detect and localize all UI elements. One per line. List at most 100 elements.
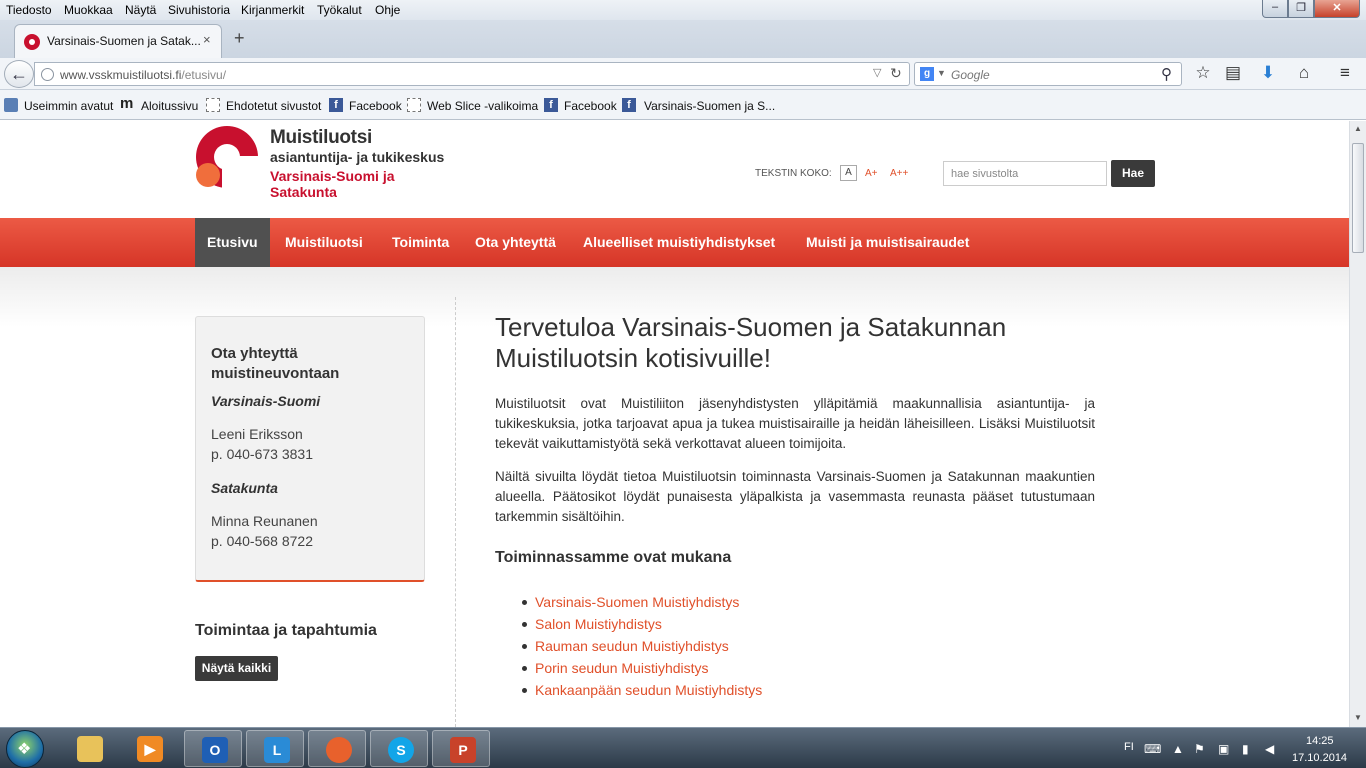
taskbar-firefox[interactable]	[308, 730, 366, 767]
site-search-input[interactable]: hae sivustolta	[943, 161, 1107, 186]
text-size-large[interactable]: A+	[865, 168, 878, 179]
nav-ota-yhteytta[interactable]: Ota yhteyttä	[475, 218, 556, 267]
events-title: Toimintaa ja tapahtumia	[195, 622, 377, 639]
member-link[interactable]: Kankaanpään seudun Muistiyhdistys	[522, 681, 762, 703]
keyboard-icon[interactable]: ⌨	[1144, 742, 1161, 756]
bookmark-facebook[interactable]: Facebook	[349, 99, 402, 113]
back-arrow-icon: ←	[10, 64, 28, 84]
tray-app-icon[interactable]: ▣	[1218, 742, 1229, 756]
text-size-label: TEKSTIN KOKO:	[755, 168, 832, 179]
close-window-button[interactable]: ✕	[1314, 0, 1360, 18]
nav-muisti-ja-muistisairaudet[interactable]: Muisti ja muistisairaudet	[806, 218, 969, 267]
taskbar-explorer[interactable]	[60, 730, 118, 767]
bookmark-star-icon[interactable]: ☆	[1191, 63, 1215, 83]
menu-file[interactable]: Tiedosto	[6, 3, 52, 17]
firefox-icon	[326, 737, 352, 763]
search-icon[interactable]: ⚲	[1161, 65, 1172, 83]
volume-icon[interactable]: ◀	[1265, 742, 1274, 756]
engine-dropdown-icon[interactable]: ▼	[937, 68, 946, 78]
maximize-button[interactable]: ❐	[1288, 0, 1314, 18]
menu-edit[interactable]: Muokkaa	[64, 3, 113, 17]
clock-date[interactable]: 17.10.2014	[1292, 752, 1347, 764]
scroll-down-icon[interactable]: ▼	[1354, 713, 1362, 722]
page-scrollbar[interactable]: ▲ ▼	[1349, 121, 1366, 727]
minimize-icon: –	[1271, 1, 1279, 13]
reload-icon[interactable]: ↻	[890, 65, 902, 82]
search-placeholder: Google	[951, 68, 990, 82]
menu-history[interactable]: Sivuhistoria	[168, 3, 230, 17]
contact-person: Leeni Eriksson	[211, 426, 303, 442]
back-button[interactable]: ←	[4, 60, 34, 88]
reading-list-icon[interactable]: ▤	[1221, 63, 1245, 83]
start-button[interactable]: ❖	[6, 730, 44, 768]
members-list: Varsinais-Suomen Muistiyhdistys Salon Mu…	[522, 593, 762, 703]
taskbar-powerpoint[interactable]: P	[432, 730, 490, 767]
scroll-up-icon[interactable]: ▲	[1354, 124, 1362, 133]
bookmark-web-slice[interactable]: Web Slice -valikoima	[427, 99, 538, 113]
taskbar-media-player[interactable]: ▶	[120, 730, 178, 767]
region-name: Satakunta	[211, 480, 278, 496]
nav-alueelliset-muistiyhdistykset[interactable]: Alueelliset muistiyhdistykset	[583, 218, 775, 267]
url-dropdown-icon[interactable]: ▽	[873, 66, 881, 79]
taskbar-outlook[interactable]: O	[184, 730, 242, 767]
windows-logo-icon: ❖	[17, 741, 32, 758]
google-icon[interactable]: g	[920, 67, 934, 81]
text-size-normal[interactable]: A	[840, 165, 857, 181]
restore-icon: ❐	[1296, 2, 1306, 14]
facebook-icon: f	[329, 98, 343, 112]
bookmark-varsinais-suomen[interactable]: Varsinais-Suomen ja S...	[644, 99, 775, 113]
site-search-button[interactable]: Hae	[1111, 160, 1155, 187]
minimize-button[interactable]: –	[1262, 0, 1288, 18]
address-bar[interactable]: www.vsskmuistiluotsi.fi/etusivu/ ▽ ↻	[34, 62, 910, 86]
member-link[interactable]: Salon Muistiyhdistys	[522, 615, 762, 637]
menu-hamburger-icon[interactable]: ≡	[1333, 63, 1357, 83]
logo-title: Muistiluotsi	[270, 127, 372, 148]
powerpoint-icon: P	[450, 737, 476, 763]
show-all-button[interactable]: Näytä kaikki	[195, 656, 278, 681]
downloads-icon[interactable]: ⬇	[1256, 63, 1280, 83]
member-link[interactable]: Porin seudun Muistiyhdistys	[522, 659, 762, 681]
site-search-placeholder: hae sivustolta	[951, 168, 1019, 180]
language-indicator[interactable]: FI	[1124, 741, 1134, 753]
search-bar[interactable]: g ▼ Google ⚲	[914, 62, 1182, 86]
contact-phone: p. 040-568 8722	[211, 533, 313, 549]
network-icon[interactable]: ▮	[1242, 742, 1249, 756]
logo-dot-icon	[196, 163, 220, 187]
clock-time[interactable]: 14:25	[1306, 735, 1334, 747]
windows-taskbar: ❖ ▶ O L S P FI ⌨ ▲ ⚑ ▣ ▮ ◀ 14:25 17.10.2…	[0, 727, 1366, 768]
tab-active[interactable]: Varsinais-Suomen ja Satak... ×	[14, 24, 222, 58]
lync-icon: L	[264, 737, 290, 763]
action-center-icon[interactable]: ⚑	[1194, 742, 1205, 756]
member-link[interactable]: Rauman seudun Muistiyhdistys	[522, 637, 762, 659]
contact-person: Minna Reunanen	[211, 513, 318, 529]
bookmark-suggested-sites[interactable]: Ehdotetut sivustot	[226, 99, 321, 113]
menu-bookmarks[interactable]: Kirjanmerkit	[241, 3, 304, 17]
new-tab-button[interactable]: +	[234, 28, 245, 49]
intro-paragraph: Näiltä sivuilta löydät tietoa Muistiluot…	[495, 469, 1095, 524]
logo-region: Varsinais-Suomi ja Satakunta	[270, 168, 395, 200]
home-icon[interactable]: ⌂	[1292, 63, 1316, 83]
bookmark-most-visited[interactable]: Useimmin avatut	[24, 99, 113, 113]
text-size-larger[interactable]: A++	[890, 168, 908, 179]
skype-icon: S	[388, 737, 414, 763]
page-title: Tervetuloa Varsinais-Suomen ja Satakunna…	[495, 312, 1007, 373]
menu-bar: Tiedosto Muokkaa Näytä Sivuhistoria Kirj…	[0, 0, 1366, 20]
contact-title: Ota yhteyttä muistineuvontaan	[211, 345, 340, 382]
scroll-thumb[interactable]	[1352, 143, 1364, 253]
site-logo[interactable]: Muistiluotsi asiantuntija- ja tukikeskus…	[196, 126, 456, 200]
menu-view[interactable]: Näytä	[125, 3, 156, 17]
menu-tools[interactable]: Työkalut	[317, 3, 362, 17]
close-icon: ✕	[1332, 2, 1342, 14]
bookmark-getting-started[interactable]: Aloitussivu	[141, 99, 198, 113]
nav-etusivu[interactable]: Etusivu	[195, 218, 270, 274]
menu-help[interactable]: Ohje	[375, 3, 400, 17]
tab-close-icon[interactable]: ×	[203, 32, 211, 47]
taskbar-lync[interactable]: L	[246, 730, 304, 767]
nav-muistiluotsi[interactable]: Muistiluotsi	[285, 218, 363, 267]
taskbar-skype[interactable]: S	[370, 730, 428, 767]
nav-toiminta[interactable]: Toiminta	[392, 218, 449, 267]
bookmark-facebook-2[interactable]: Facebook	[564, 99, 617, 113]
member-link[interactable]: Varsinais-Suomen Muistiyhdistys	[522, 593, 762, 615]
tray-expand-icon[interactable]: ▲	[1172, 742, 1184, 756]
navigation-toolbar: ← www.vsskmuistiluotsi.fi/etusivu/ ▽ ↻ g…	[0, 58, 1366, 90]
